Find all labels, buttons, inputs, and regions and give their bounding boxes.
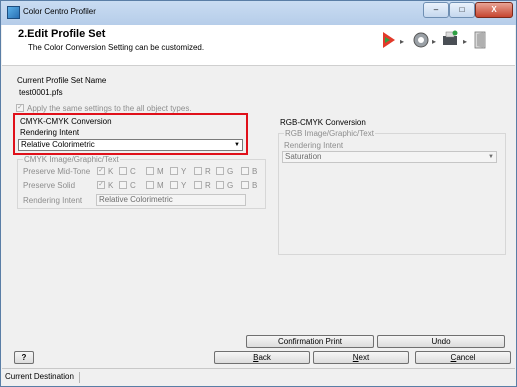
solid-k-checkbox[interactable]: ✓ <box>97 181 105 189</box>
midtone-m-label: M <box>157 167 164 176</box>
midtone-c-checkbox[interactable] <box>119 167 127 175</box>
midtone-c-label: C <box>130 167 136 176</box>
arrow-icon: ▸ <box>400 37 404 46</box>
cmyk-section-title: CMYK-CMYK Conversion <box>20 117 112 126</box>
cancel-button[interactable]: Cancel <box>415 351 511 364</box>
window-title: Color Centro Profiler <box>23 7 96 16</box>
confirmation-print-button[interactable]: Confirmation Print <box>246 335 374 348</box>
solid-g-label: G <box>227 181 234 190</box>
apply-all-checkbox[interactable]: ✓ <box>16 104 24 112</box>
printer-icon <box>443 30 458 45</box>
preserve-midtone-label: Preserve Mid-Tone <box>23 167 91 176</box>
profiler-window: Color Centro Profiler – □ X 2.Edit Profi… <box>0 0 517 387</box>
current-destination-status: Current Destination <box>5 372 80 383</box>
exit-door-icon <box>474 31 486 49</box>
solid-b-checkbox[interactable] <box>241 181 249 189</box>
profile-set-name-value: test0001.pfs <box>19 88 63 97</box>
midtone-g-checkbox[interactable] <box>216 167 224 175</box>
midtone-k-label: K <box>108 167 114 176</box>
close-button[interactable]: X <box>475 2 513 18</box>
apply-all-label: Apply the same settings to the all objec… <box>27 104 192 113</box>
cancel-button-label: ancel <box>456 353 476 362</box>
solid-m-label: M <box>157 181 164 190</box>
midtone-g-label: G <box>227 167 234 176</box>
play-arrow-icon <box>383 32 395 48</box>
midtone-k-checkbox[interactable]: ✓ <box>97 167 105 175</box>
step-header: 2.Edit Profile Set The Color Conversion … <box>2 25 515 66</box>
help-button[interactable]: ? <box>14 351 34 364</box>
midtone-y-label: Y <box>181 167 187 176</box>
next-button[interactable]: Next <box>313 351 409 364</box>
preserve-solid-label: Preserve Solid <box>23 181 76 190</box>
solid-r-label: R <box>205 181 211 190</box>
solid-k-label: K <box>108 181 114 190</box>
cmyk-rendering-intent-value: Relative Colorimetric <box>21 140 95 149</box>
step-description: The Color Conversion Setting can be cust… <box>28 43 205 52</box>
gear-icon <box>413 32 429 48</box>
midtone-b-label: B <box>252 167 258 176</box>
cmyk-image-group-title: CMYK Image/Graphic/Text <box>23 155 120 164</box>
profile-set-name-label: Current Profile Set Name <box>17 76 107 85</box>
step-title: 2.Edit Profile Set <box>18 28 106 40</box>
rgb-rendering-intent-label: Rendering Intent <box>284 141 344 150</box>
undo-button[interactable]: Undo <box>377 335 505 348</box>
solid-c-label: C <box>130 181 136 190</box>
solid-c-checkbox[interactable] <box>119 181 127 189</box>
arrow-icon: ▸ <box>432 37 436 46</box>
chevron-down-icon: ▼ <box>234 142 240 148</box>
workflow-steps-icon: ▸ ▸ ▸ <box>383 30 486 49</box>
solid-m-checkbox[interactable] <box>146 181 154 189</box>
midtone-m-checkbox[interactable] <box>146 167 154 175</box>
chevron-down-icon: ▼ <box>488 154 494 160</box>
solid-r-checkbox[interactable] <box>194 181 202 189</box>
rgb-rendering-intent-select[interactable]: Saturation ▼ <box>282 151 497 163</box>
cmyk-image-rendering-intent-field[interactable]: Relative Colorimetric <box>96 194 246 206</box>
midtone-r-label: R <box>205 167 211 176</box>
solid-y-label: Y <box>181 181 187 190</box>
solid-y-checkbox[interactable] <box>170 181 178 189</box>
maximize-button[interactable]: □ <box>449 2 475 18</box>
midtone-y-checkbox[interactable] <box>170 167 178 175</box>
cmyk-rendering-intent-select[interactable]: Relative Colorimetric ▼ <box>18 139 243 151</box>
solid-b-label: B <box>252 181 258 190</box>
rgb-rendering-intent-value: Saturation <box>285 152 322 161</box>
cmyk-image-rendering-intent-label: Rendering Intent <box>23 196 83 205</box>
cmyk-rendering-intent-label: Rendering Intent <box>20 128 80 137</box>
cmyk-image-rendering-intent-value: Relative Colorimetric <box>99 195 173 204</box>
solid-g-checkbox[interactable] <box>216 181 224 189</box>
back-button[interactable]: Back <box>214 351 310 364</box>
status-bar: Current Destination <box>2 368 515 386</box>
midtone-b-checkbox[interactable] <box>241 167 249 175</box>
midtone-r-checkbox[interactable] <box>194 167 202 175</box>
app-icon <box>7 6 20 19</box>
title-bar: Color Centro Profiler – □ X <box>1 1 516 25</box>
rgb-image-group-title: RGB Image/Graphic/Text <box>284 129 375 138</box>
minimize-button[interactable]: – <box>423 2 449 18</box>
rgb-section-title: RGB-CMYK Conversion <box>280 118 366 127</box>
back-button-label: ack <box>258 353 271 362</box>
arrow-icon: ▸ <box>463 37 467 46</box>
next-button-label: ext <box>358 353 370 362</box>
